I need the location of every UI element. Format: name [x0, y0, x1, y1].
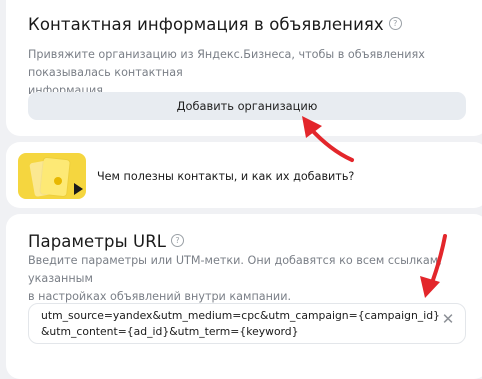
annotation-arrow-1	[308, 126, 354, 162]
annotation-arrows	[302, 116, 447, 298]
annotation-arrowhead-2	[420, 276, 440, 298]
